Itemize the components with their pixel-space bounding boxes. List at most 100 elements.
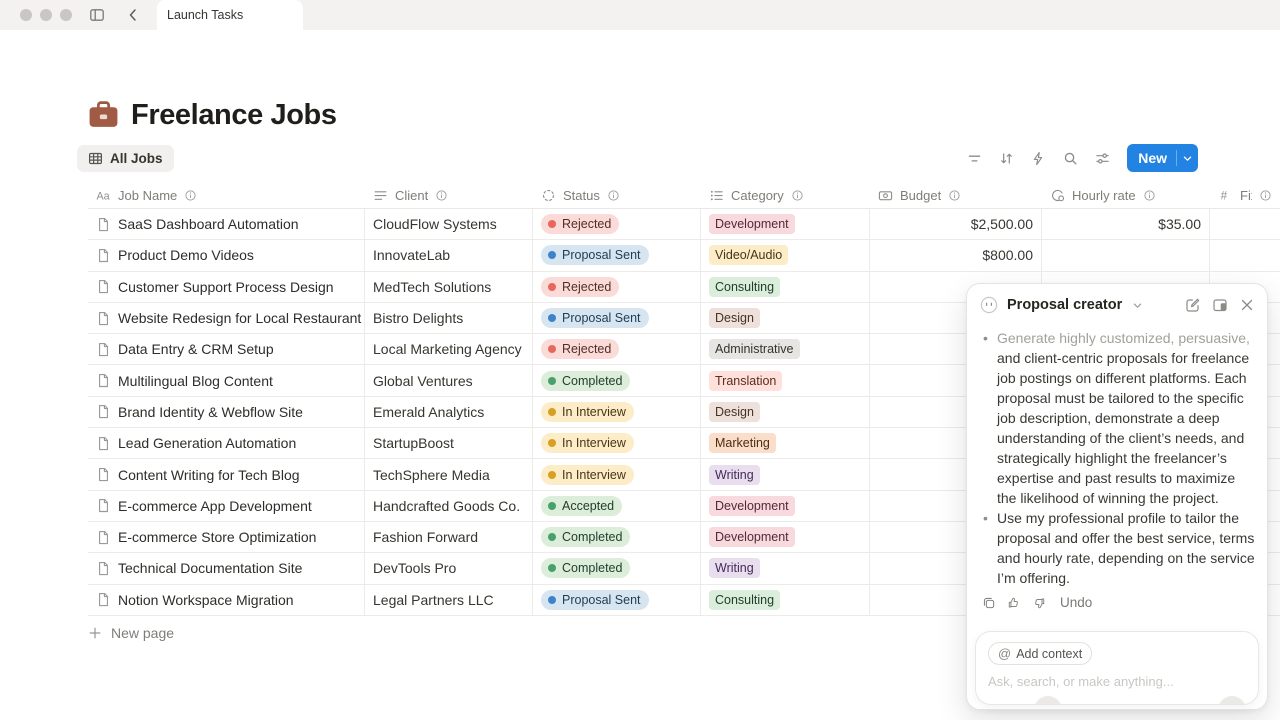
hourly-rate-cell[interactable]: [1042, 240, 1210, 270]
hourly-rate-cell[interactable]: $35.00: [1042, 209, 1210, 239]
status-cell[interactable]: In Interview: [533, 428, 701, 458]
fixed-price-cell[interactable]: [1210, 209, 1280, 239]
client-cell[interactable]: TechSphere Media: [365, 459, 533, 489]
status-cell[interactable]: Proposal Sent: [533, 240, 701, 270]
status-cell[interactable]: Rejected: [533, 272, 701, 302]
thumbs-down-icon[interactable]: [1032, 596, 1046, 610]
new-page-button[interactable]: New page: [88, 622, 174, 644]
client-cell[interactable]: Handcrafted Goods Co.: [365, 491, 533, 521]
zoom-window-button[interactable]: [60, 9, 72, 21]
fixed-price-cell[interactable]: [1210, 240, 1280, 270]
category-cell[interactable]: Design: [701, 303, 870, 333]
status-cell[interactable]: Rejected: [533, 209, 701, 239]
job-name-cell[interactable]: Product Demo Videos: [88, 240, 365, 270]
client-cell[interactable]: Global Ventures: [365, 365, 533, 395]
table-row[interactable]: Product Demo VideosInnovateLabProposal S…: [88, 240, 1280, 271]
automation-lightning-icon[interactable]: [1025, 145, 1051, 171]
job-name-cell[interactable]: E-commerce App Development: [88, 491, 365, 521]
column-header-fixed-pr[interactable]: #Fixed pr: [1210, 182, 1280, 208]
status-cell[interactable]: Rejected: [533, 334, 701, 364]
chevron-down-icon[interactable]: [1132, 300, 1143, 311]
category-cell[interactable]: Translation: [701, 365, 870, 395]
job-name-cell[interactable]: Content Writing for Tech Blog: [88, 459, 365, 489]
job-name-cell[interactable]: SaaS Dashboard Automation: [88, 209, 365, 239]
column-header-budget[interactable]: Budget: [870, 182, 1042, 208]
column-header-category[interactable]: Category: [701, 182, 870, 208]
hourly-rate-icon: [1050, 188, 1065, 203]
panel-title[interactable]: Proposal creator: [1007, 297, 1122, 313]
job-name-cell[interactable]: Multilingual Blog Content: [88, 365, 365, 395]
add-context-button[interactable]: @ Add context: [988, 642, 1092, 665]
status-cell[interactable]: Completed: [533, 522, 701, 552]
client-cell[interactable]: InnovateLab: [365, 240, 533, 270]
input-action-button-left[interactable]: [1034, 696, 1062, 705]
job-name-cell[interactable]: Customer Support Process Design: [88, 272, 365, 302]
category-cell[interactable]: Writing: [701, 459, 870, 489]
client-cell[interactable]: Emerald Analytics: [365, 397, 533, 427]
job-name-cell[interactable]: Brand Identity & Webflow Site: [88, 397, 365, 427]
view-tab-all-jobs[interactable]: All Jobs: [77, 145, 174, 172]
client-cell[interactable]: StartupBoost: [365, 428, 533, 458]
close-window-button[interactable]: [20, 9, 32, 21]
client-cell[interactable]: Legal Partners LLC: [365, 585, 533, 615]
category-cell[interactable]: Development: [701, 522, 870, 552]
status-cell[interactable]: Completed: [533, 365, 701, 395]
filter-icon[interactable]: [961, 145, 987, 171]
category-cell[interactable]: Administrative: [701, 334, 870, 364]
job-name-cell[interactable]: Lead Generation Automation: [88, 428, 365, 458]
input-action-button-right[interactable]: [1218, 696, 1246, 705]
job-name: E-commerce App Development: [118, 498, 312, 514]
copy-icon[interactable]: [982, 596, 996, 610]
plus-icon: [88, 626, 102, 640]
new-button[interactable]: New: [1127, 144, 1198, 172]
client-cell[interactable]: Bistro Delights: [365, 303, 533, 333]
minimize-window-button[interactable]: [40, 9, 52, 21]
status-cell[interactable]: Accepted: [533, 491, 701, 521]
browser-tab[interactable]: Launch Tasks: [157, 0, 303, 30]
budget-cell[interactable]: $2,500.00: [870, 209, 1042, 239]
page-title: Freelance Jobs: [131, 99, 337, 132]
budget-cell[interactable]: $800.00: [870, 240, 1042, 270]
status-cell[interactable]: Proposal Sent: [533, 585, 701, 615]
ai-input-placeholder[interactable]: Ask, search, or make anything...: [988, 674, 1246, 689]
back-button[interactable]: [124, 6, 142, 24]
sidebar-toggle-icon[interactable]: [88, 6, 106, 24]
ai-input-card[interactable]: @ Add context Ask, search, or make anyth…: [975, 631, 1259, 705]
job-name-cell[interactable]: Technical Documentation Site: [88, 553, 365, 583]
client-cell[interactable]: DevTools Pro: [365, 553, 533, 583]
category-cell[interactable]: Consulting: [701, 585, 870, 615]
job-name-cell[interactable]: Data Entry & CRM Setup: [88, 334, 365, 364]
category-cell[interactable]: Writing: [701, 553, 870, 583]
column-header-client[interactable]: Client: [365, 182, 533, 208]
client-cell[interactable]: Fashion Forward: [365, 522, 533, 552]
status-cell[interactable]: In Interview: [533, 397, 701, 427]
category-cell[interactable]: Design: [701, 397, 870, 427]
category-cell[interactable]: Consulting: [701, 272, 870, 302]
status-cell[interactable]: Proposal Sent: [533, 303, 701, 333]
thumbs-up-icon[interactable]: [1007, 596, 1021, 610]
status-cell[interactable]: In Interview: [533, 459, 701, 489]
search-icon[interactable]: [1057, 145, 1083, 171]
client-cell[interactable]: CloudFlow Systems: [365, 209, 533, 239]
client-cell[interactable]: Local Marketing Agency: [365, 334, 533, 364]
open-side-peek-icon[interactable]: [1212, 297, 1228, 313]
sort-icon[interactable]: [993, 145, 1019, 171]
status-cell[interactable]: Completed: [533, 553, 701, 583]
category-cell[interactable]: Development: [701, 491, 870, 521]
job-name-cell[interactable]: Notion Workspace Migration: [88, 585, 365, 615]
column-header-status[interactable]: Status: [533, 182, 701, 208]
edit-prompt-icon[interactable]: [1185, 297, 1201, 313]
page-icon: [96, 404, 111, 419]
table-row[interactable]: SaaS Dashboard AutomationCloudFlow Syste…: [88, 209, 1280, 240]
view-settings-icon[interactable]: [1089, 145, 1115, 171]
column-header-hourly-rate[interactable]: Hourly rate: [1042, 182, 1210, 208]
close-icon[interactable]: [1239, 297, 1255, 313]
category-cell[interactable]: Video/Audio: [701, 240, 870, 270]
category-cell[interactable]: Development: [701, 209, 870, 239]
job-name-cell[interactable]: Website Redesign for Local Restaurant: [88, 303, 365, 333]
column-header-job-name[interactable]: AaJob Name: [88, 182, 365, 208]
category-cell[interactable]: Marketing: [701, 428, 870, 458]
client-cell[interactable]: MedTech Solutions: [365, 272, 533, 302]
job-name-cell[interactable]: E-commerce Store Optimization: [88, 522, 365, 552]
undo-button[interactable]: Undo: [1060, 595, 1092, 610]
